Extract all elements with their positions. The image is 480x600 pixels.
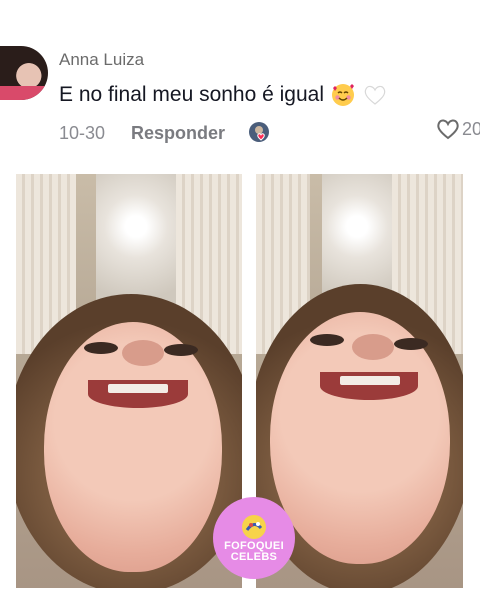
reply-button[interactable]: Responder (131, 123, 225, 144)
like-control[interactable]: 20 (436, 118, 480, 140)
heart-outline-icon[interactable] (436, 118, 460, 140)
comment-username[interactable]: Anna Luiza (59, 50, 144, 70)
creator-avatar-heart-icon (249, 122, 270, 142)
smiling-face-with-hearts-emoji (332, 84, 355, 106)
like-count: 20 (462, 118, 480, 139)
watermark-line2: CELEBS (230, 551, 278, 563)
commenter-avatar[interactable] (0, 46, 48, 100)
fofoquei-logo-icon (242, 515, 266, 539)
white-heart-emoji (364, 85, 386, 105)
fofoquei-celebs-watermark: FOFOQUEI CELEBS (213, 497, 295, 579)
child-photo-left[interactable] (16, 174, 242, 588)
comment-meta: 10-30 Responder (59, 120, 273, 146)
comment-text: E no final meu sonho é igual (59, 83, 325, 106)
comment-date: 10-30 (59, 122, 106, 143)
comment-text-row: E no final meu sonho é igual (59, 82, 388, 108)
